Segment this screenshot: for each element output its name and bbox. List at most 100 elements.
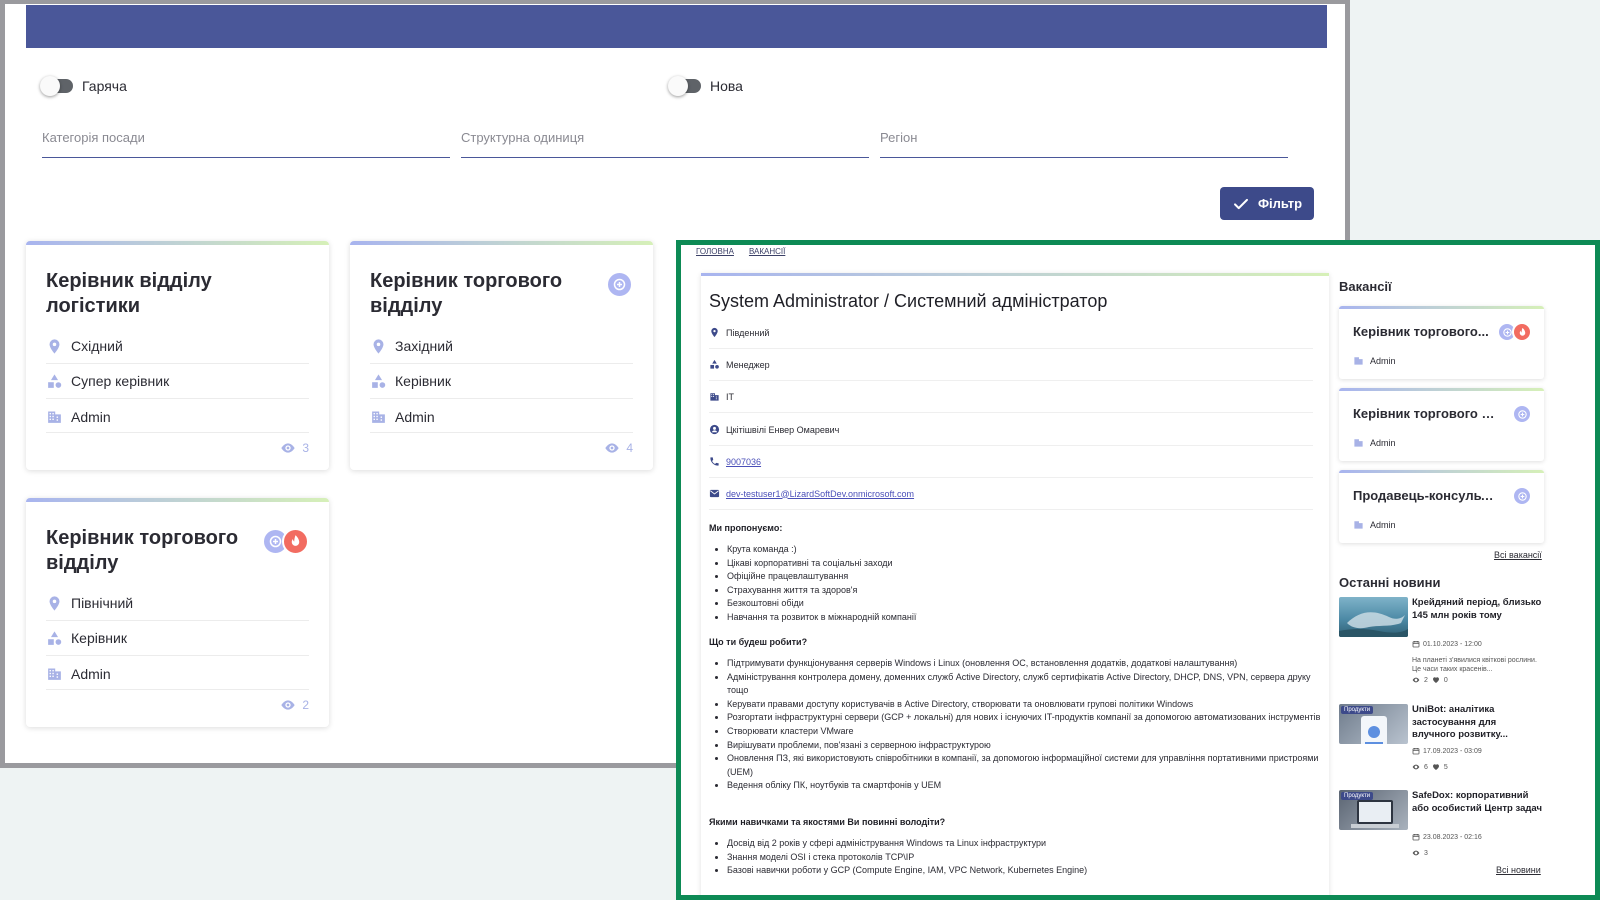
plus-circle-icon [269,535,282,548]
card-badges [606,271,633,298]
list-item: Адміністрування контролера домену, домен… [727,671,1327,698]
location-pin-icon [373,338,384,354]
region-row: Східний [46,329,309,364]
phone-link[interactable]: 9007036 [726,457,761,467]
news-title[interactable]: Крейдяний період, близько 145 млн років … [1412,597,1542,622]
sidebar-vacancy-title[interactable]: Керівник торгового... [1353,324,1498,339]
shapes-icon [48,630,62,645]
vacancy-card[interactable]: Керівник торгового відділу Північний Кер… [26,498,329,727]
vacancy-title[interactable]: Керівник торгового відділу [46,526,266,576]
offer-list: Крута команда :) Цікаві корпоративні та … [727,543,1327,625]
breadcrumb: Головна Вакансії [696,247,785,256]
breadcrumb-vacancies[interactable]: Вакансії [749,247,785,256]
card-badges [1497,322,1532,342]
email-link[interactable]: dev-testuser1@LizardSoftDev.onmicrosoft.… [726,489,914,499]
sidebar-vacancy-title[interactable]: Продавець-консульта... [1353,488,1498,503]
hot-switch[interactable] [40,76,73,96]
calendar-icon [1412,641,1420,648]
list-item: Створювати кластери VMware [727,725,1327,739]
filter-button[interactable]: Фільтр [1220,187,1314,220]
sidebar-vacancy-author: Admin [1353,519,1396,530]
plus-circle-icon [1517,491,1527,501]
author-text: Admin [71,665,111,682]
email-row: dev-testuser1@LizardSoftDev.onmicrosoft.… [709,478,1313,510]
news-title[interactable]: SafeDox: корпоративний або особистий Цен… [1412,790,1542,815]
skills-heading: Якими навичками та якостями Ви повинні в… [709,817,946,827]
list-item: Підтримувати функціонування серверів Win… [727,657,1327,671]
news-thumbnail[interactable] [1339,597,1408,637]
news-thumbnail[interactable]: Продукти [1339,704,1408,744]
building-icon [372,411,385,423]
news-date-text: 17.09.2023 - 03:09 [1423,747,1482,755]
all-news-link[interactable]: Всі новини [1496,865,1541,875]
sidebar-vacancy-title[interactable]: Керівник торгового ві... [1353,406,1498,421]
list-item: Керувати правами доступу користувачів в … [727,698,1327,712]
page-title: System Administrator / Системний адмініс… [709,291,1108,311]
author-text: Admin [1370,519,1396,530]
list-item: Базові навички роботи у GCP (Compute Eng… [727,864,1327,878]
shapes-icon [48,373,62,388]
eye-icon [281,443,295,453]
eye-icon [1412,850,1420,856]
views-count: 3 [302,441,309,455]
sidebar-vacancy-author: Admin [1353,437,1396,448]
skills-list: Досвід від 2 років у сфері адмініструван… [727,837,1327,878]
news-item[interactable]: Продукти UniBot: аналітика застосування … [1339,704,1549,784]
location-pin-icon [49,595,60,611]
role-text: Менеджер [726,359,770,370]
list-item: Оновлення ПЗ, які використовують співроб… [727,752,1327,779]
role-row: Керівник [370,364,633,399]
list-item: Навчання та розвиток в міжнародній компа… [727,611,1327,625]
news-views: 2 [1424,676,1428,684]
region-select[interactable]: Регіон [880,128,1288,158]
category-select[interactable]: Категорія посади [42,128,450,158]
news-item[interactable]: Продукти SafeDox: корпоративний або особ… [1339,790,1549,870]
sidebar-vacancy-card[interactable]: Керівник торгового... Admin [1339,306,1544,379]
unit-select[interactable]: Структурна одиниця [461,128,869,158]
news-item[interactable]: Крейдяний період, близько 145 млн років … [1339,597,1549,684]
new-toggle[interactable]: Нова [668,76,743,96]
news-date: 23.08.2023 - 02:16 [1412,833,1482,841]
user-circle-icon [709,424,720,435]
mail-icon [709,489,720,498]
vacancy-card[interactable]: Керівник відділу логістики Східний Супер… [26,241,329,470]
location-pin-icon [711,327,718,338]
news-views: 6 [1424,763,1428,771]
list-item: Розгортати інфраструктурні сервери (GCP … [727,711,1327,725]
vacancy-detail-window: Головна Вакансії System Administrator / … [676,240,1600,900]
author-text: Admin [395,408,435,425]
hot-toggle[interactable]: Гаряча [40,76,127,96]
views-count: 2 [302,698,309,712]
card-badges [1512,404,1532,424]
vacancy-title[interactable]: Керівник торгового відділу [370,269,590,319]
card-badges [262,528,309,555]
role-text: Керівник [395,373,451,389]
sidebar-vacancy-card[interactable]: Керівник торгового ві... Admin [1339,388,1544,461]
calendar-icon [1412,834,1420,841]
vacancy-title[interactable]: Керівник відділу логістики [46,269,266,319]
tasks-list: Підтримувати функціонування серверів Win… [727,657,1327,793]
news-thumbnail[interactable]: Продукти [1339,790,1408,830]
building-icon [48,411,61,423]
all-vacancies-link[interactable]: Всі вакансії [1494,550,1542,560]
list-item: Безкоштовні обіди [727,597,1327,611]
list-item: Цікаві корпоративні та соціальні заходи [727,557,1327,571]
region-text: Північний [71,595,134,611]
region-text: Західний [395,338,453,354]
location-pin-icon [49,338,60,354]
news-title[interactable]: UniBot: аналітика застосування для влучн… [1412,704,1542,742]
calendar-icon [1412,748,1420,755]
list-item: Ведення обліку ПК, ноутбуків та смартфон… [727,779,1327,793]
news-date-text: 01.10.2023 - 12:00 [1423,640,1482,648]
sidebar-vacancy-card[interactable]: Продавець-консульта... Admin [1339,470,1544,543]
breadcrumb-home[interactable]: Головна [696,247,734,256]
news-tag: Продукти [1341,706,1374,714]
author-row: Admin [46,656,309,691]
card-badges [1512,486,1532,506]
building-icon [710,393,719,401]
vacancy-card[interactable]: Керівник торгового відділу Західний Кері… [350,241,653,470]
new-switch[interactable] [668,76,701,96]
eye-icon [1412,677,1420,683]
shapes-icon [710,359,719,369]
contact-row: Цкітішвілі Енвер Омаревич [709,414,1313,446]
